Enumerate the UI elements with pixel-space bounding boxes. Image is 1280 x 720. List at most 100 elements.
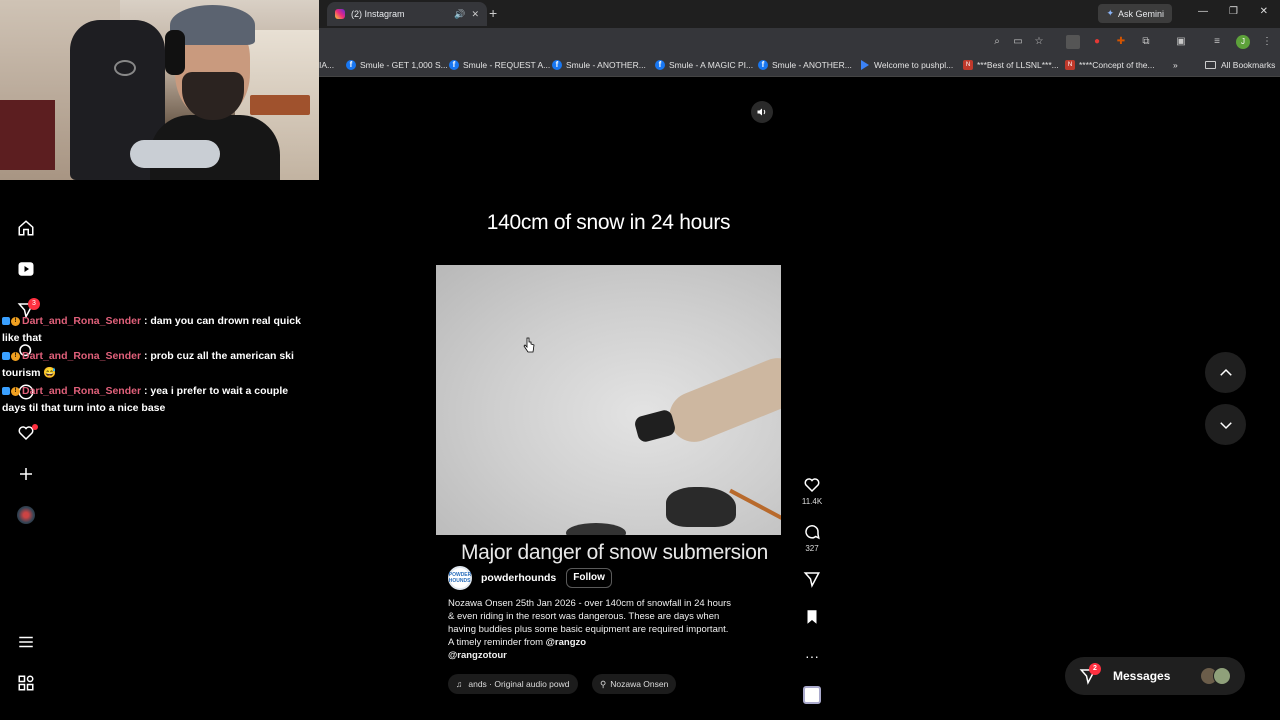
tab-title: (2) Instagram — [351, 9, 405, 19]
reel-subtitle-text: Major danger of snow submersion — [460, 541, 769, 564]
bookmark-icon — [807, 610, 817, 624]
location-pin-icon: ⚲ — [600, 678, 607, 689]
facebook-icon: f — [346, 60, 356, 70]
chat-username: Dart_and_Rona_Sender — [22, 385, 142, 397]
hand-cursor-icon — [523, 337, 535, 353]
profile-avatar-icon[interactable] — [17, 506, 35, 524]
audio-label: ands · Original audio powd — [468, 679, 570, 689]
bookmarks-bar: IA... f Smule - GET 1,000 S... f Smule - R… — [319, 56, 1280, 77]
bookmarks-overflow-icon[interactable]: » — [1173, 60, 1178, 70]
volume-icon — [757, 108, 766, 116]
author-name[interactable]: powderhounds — [481, 572, 556, 584]
bookmark-item[interactable]: f Smule - ANOTHER... — [552, 60, 646, 70]
volume-button[interactable] — [751, 101, 773, 123]
reel-video[interactable] — [436, 265, 781, 535]
messages-label: Messages — [1113, 669, 1171, 683]
extension-red-icon[interactable]: ● — [1090, 35, 1104, 49]
new-tab-button[interactable]: + — [489, 5, 497, 21]
menu-kebab-icon[interactable]: ⋮ — [1260, 35, 1274, 49]
zoom-icon[interactable]: ⌕ — [990, 35, 1004, 49]
ask-gemini-button[interactable]: ✦ Ask Gemini — [1098, 4, 1172, 23]
reel-player[interactable]: 140cm of snow in 24 hours Major danger o… — [436, 93, 781, 707]
chat-username: Dart_and_Rona_Sender — [22, 350, 142, 362]
profile-avatar[interactable]: J — [1236, 35, 1250, 49]
side-panel-icon[interactable]: ▣ — [1174, 35, 1188, 49]
reel-caption: Nozawa Onsen 25th Jan 2026 - over 140cm … — [448, 597, 733, 662]
chat-message: ! Dart_and_Rona_Sender : dam you can drow… — [2, 313, 302, 346]
chat-message: ! Dart_and_Rona_Sender : yea i prefer to … — [2, 383, 302, 416]
bookmark-item[interactable]: N ****Concept of the... — [1065, 60, 1155, 70]
audio-thumb-icon — [803, 686, 821, 704]
previous-reel-button[interactable] — [1205, 352, 1246, 393]
bookmark-item[interactable]: f Smule - GET 1,000 S... — [346, 60, 448, 70]
follow-button[interactable]: Follow — [566, 568, 612, 588]
snl-icon: N — [1065, 60, 1075, 70]
reels-icon[interactable] — [17, 260, 35, 278]
close-window-icon[interactable]: ✕ — [1260, 6, 1268, 17]
mention-link[interactable]: @rangzo — [546, 637, 586, 648]
extension-icon[interactable] — [1066, 35, 1080, 49]
stream-chat-overlay: ! Dart_and_Rona_Sender : dam you can drow… — [2, 313, 302, 418]
browser-toolbar: ⌕ ▭ ☆ ● ✚ ⧉ ▣ ≡ J ⋮ — [319, 28, 1280, 56]
location-pill[interactable]: ⚲ Nozawa Onsen — [592, 674, 677, 694]
comment-icon — [805, 525, 820, 540]
facebook-icon: f — [449, 60, 459, 70]
bookmark-item[interactable]: N ***Best of LLSNL***... — [963, 60, 1059, 70]
facebook-icon: f — [758, 60, 768, 70]
microphone — [130, 140, 220, 168]
messages-button[interactable]: 2 Messages — [1065, 657, 1245, 695]
like-action[interactable]: 11.4K — [800, 476, 824, 506]
mention-link[interactable]: @rangzotour — [448, 650, 507, 661]
share-action[interactable] — [800, 570, 824, 588]
media-controls-icon[interactable]: ≡ — [1210, 35, 1224, 49]
extensions-puzzle-icon[interactable]: ⧉ — [1139, 35, 1153, 49]
avatar — [1213, 667, 1231, 685]
install-app-icon[interactable]: ▭ — [1011, 35, 1025, 49]
all-bookmarks-button[interactable]: All Bookmarks — [1205, 60, 1275, 70]
restore-icon[interactable]: ❐ — [1229, 6, 1238, 17]
more-menu-icon[interactable] — [17, 633, 35, 651]
author-avatar[interactable]: POWDER HOUNDS — [448, 566, 472, 590]
comment-action[interactable]: 327 — [800, 523, 824, 553]
audio-pill[interactable]: ♫ ands · Original audio powd — [448, 674, 578, 694]
folder-icon — [1205, 61, 1216, 69]
instagram-favicon-icon — [335, 9, 345, 19]
bookmark-item[interactable]: f Smule - ANOTHER... — [758, 60, 852, 70]
bookmark-item[interactable]: f Smule - A MAGIC PI... — [655, 60, 753, 70]
next-reel-button[interactable] — [1205, 404, 1246, 445]
message-avatars — [1200, 667, 1231, 685]
save-action[interactable] — [800, 608, 824, 626]
comments-count: 327 — [805, 544, 819, 553]
home-icon[interactable] — [17, 219, 35, 237]
audio-thumbnail[interactable] — [800, 686, 824, 704]
notification-badge: 3 — [28, 298, 40, 310]
chat-username: Dart_and_Rona_Sender — [22, 315, 142, 327]
facebook-icon: f — [552, 60, 562, 70]
also-from-meta-icon[interactable] — [17, 674, 35, 692]
minimize-icon[interactable]: — — [1198, 6, 1208, 17]
bookmark-item[interactable]: f Smule - REQUEST A... — [449, 60, 550, 70]
music-note-icon: ♫ — [456, 679, 463, 689]
speaker-icon[interactable]: 🔊 — [454, 9, 465, 20]
tab-instagram[interactable]: (2) Instagram 🔊 ✕ — [327, 2, 487, 26]
chat-badges-icon: ! — [2, 348, 22, 365]
ask-gemini-label: Ask Gemini — [1117, 8, 1164, 19]
chevron-down-icon — [1219, 421, 1232, 429]
close-tab-icon[interactable]: ✕ — [471, 9, 479, 20]
heart-icon — [804, 478, 820, 493]
bookmark-partial[interactable]: IA... — [319, 60, 334, 70]
likes-count: 11.4K — [801, 497, 823, 506]
messages-badge: 2 — [1089, 663, 1101, 675]
chevron-up-icon — [1219, 368, 1232, 376]
more-options-icon[interactable]: ··· — [800, 648, 824, 664]
gemini-icon: ✦ — [1106, 8, 1114, 18]
create-icon[interactable] — [17, 465, 35, 483]
bookmark-star-icon[interactable]: ☆ — [1032, 35, 1046, 49]
chat-badges-icon: ! — [2, 383, 22, 400]
bookmark-item[interactable]: Welcome to pushpl... — [861, 60, 953, 70]
chat-badges-icon: ! — [2, 313, 22, 330]
extension-orange-icon[interactable]: ✚ — [1114, 35, 1128, 49]
location-label: Nozawa Onsen — [610, 679, 669, 689]
screen: (2) Instagram 🔊 ✕ + ✦ Ask Gemini — ❐ ✕ ⌕… — [0, 0, 1280, 720]
activity-dot — [32, 424, 38, 430]
